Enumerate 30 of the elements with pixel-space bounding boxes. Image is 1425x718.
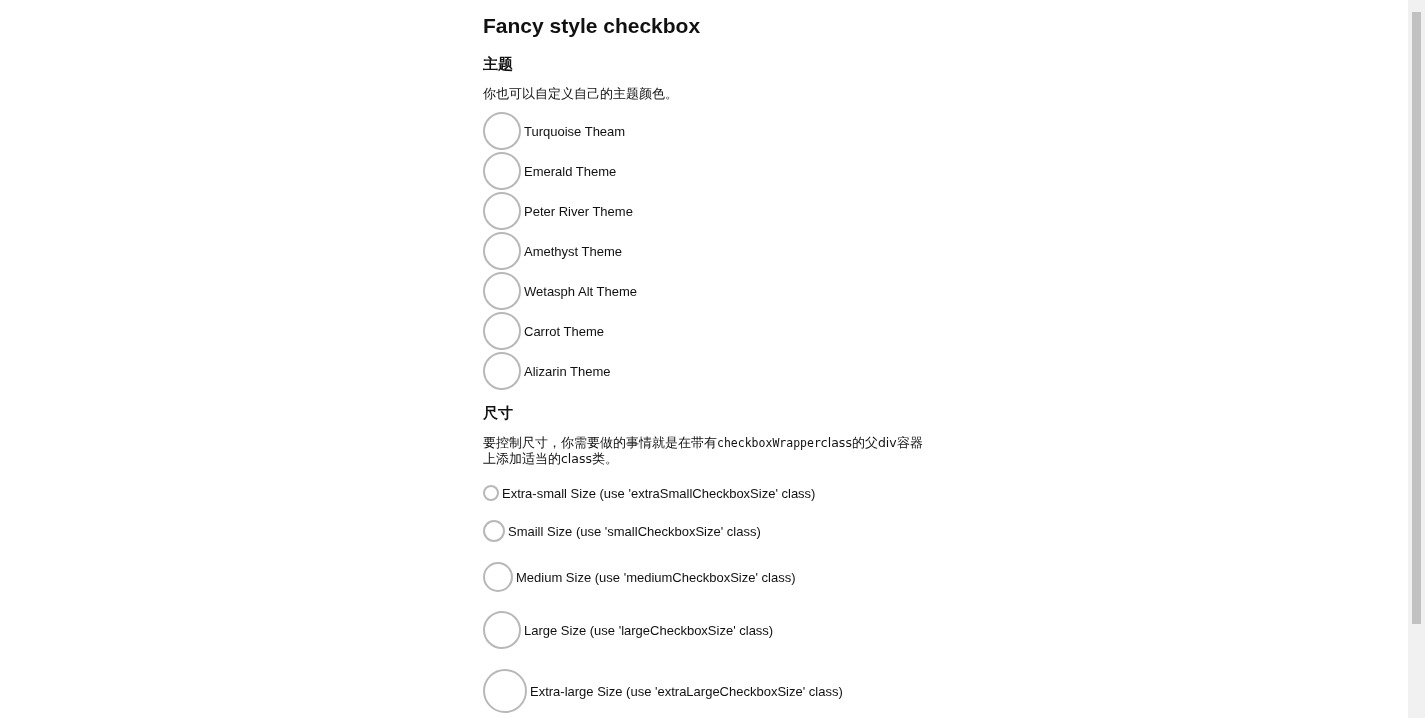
checkbox[interactable] [483, 192, 521, 230]
checkbox-label: Peter River Theme [524, 203, 633, 219]
checkbox-label: Alizarin Theme [524, 363, 611, 379]
checkbox-label: Turquoise Theam [524, 123, 626, 139]
scrollbar[interactable] [1408, 0, 1425, 718]
checkbox[interactable] [483, 272, 521, 310]
checkbox[interactable] [483, 352, 521, 390]
checkbox-label: Extra-large Size (use 'extraLargeCheckboxSize' class) [530, 683, 843, 699]
checkbox-label: Extra-small Size (use 'extraSmallCheckboxSize' class) [502, 485, 816, 501]
checkbox-label: Wetasph Alt Theme [524, 283, 637, 299]
checkbox-label: Emerald Theme [524, 163, 617, 179]
page-title: Fancy style checkbox [483, 14, 702, 38]
checkbox-label: Amethyst Theme [524, 243, 623, 259]
checkbox-label: Large Size (use 'largeCheckboxSize' class) [524, 622, 774, 638]
checkbox[interactable] [483, 112, 521, 150]
checkbox[interactable] [483, 232, 521, 270]
checkbox[interactable] [483, 611, 521, 649]
checkbox-label: Carrot Theme [524, 323, 604, 339]
checkbox[interactable] [483, 485, 499, 501]
section-description: 要控制尺寸，你需要做的事情就是在带有checkboxWrapperclass的父div容器上添加适当的class类。 [483, 435, 924, 467]
checkbox-label: Medium Size (use 'mediumCheckboxSize' class) [516, 569, 796, 585]
checkbox[interactable] [483, 520, 505, 542]
checkbox[interactable] [483, 312, 521, 350]
section-heading: 主题 [483, 55, 513, 74]
checkbox[interactable] [483, 669, 527, 713]
section-heading: 尺寸 [483, 404, 513, 423]
section-description: 你也可以自定义自己的主题颜色。 [483, 86, 679, 102]
checkbox[interactable] [483, 152, 521, 190]
checkbox-label: Smaill Size (use 'smallCheckboxSize' class) [508, 523, 761, 539]
checkbox[interactable] [483, 562, 513, 592]
